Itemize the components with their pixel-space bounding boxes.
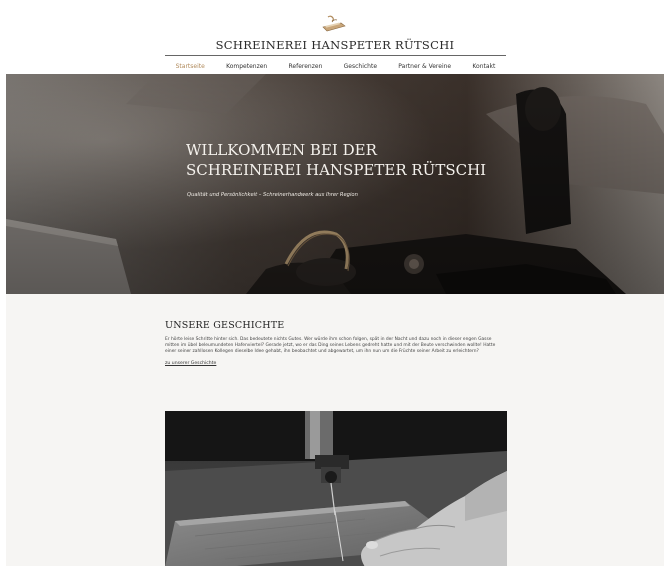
page: SCHREINEREI HANSPETER RÜTSCHI Startseite… bbox=[6, 4, 664, 566]
story-link[interactable]: zu unserer Geschichte bbox=[165, 361, 506, 366]
hero-title-line1: WILLKOMMEN BEI DER bbox=[186, 141, 377, 159]
hero-subtitle: Qualität und Persönlichkeit – Schreinerh… bbox=[187, 192, 358, 198]
hero-banner: WILLKOMMEN BEI DER SCHREINEREI HANSPETER… bbox=[6, 74, 664, 294]
hero-title-line2: SCHREINEREI HANSPETER RÜTSCHI bbox=[186, 161, 487, 179]
hero-plane-photo bbox=[6, 74, 664, 294]
nav-item-geschichte[interactable]: Geschichte bbox=[344, 63, 377, 70]
nav-item-kontakt[interactable]: Kontakt bbox=[472, 63, 495, 70]
wood-plane-icon[interactable] bbox=[322, 14, 346, 34]
story-text: Er hörte leise Schritte hinter sich. Das… bbox=[165, 337, 496, 354]
workshop-photo bbox=[165, 411, 507, 566]
main-nav: Startseite Kompetenzen Referenzen Geschi… bbox=[165, 59, 506, 73]
site-header: SCHREINEREI HANSPETER RÜTSCHI Startseite… bbox=[6, 4, 664, 74]
nav-item-kompetenzen[interactable]: Kompetenzen bbox=[226, 63, 267, 70]
nav-item-referenzen[interactable]: Referenzen bbox=[289, 63, 323, 70]
nav-item-partner-vereine[interactable]: Partner & Vereine bbox=[398, 63, 451, 70]
nav-item-startseite[interactable]: Startseite bbox=[176, 63, 205, 70]
bandsaw-photo bbox=[165, 411, 507, 566]
story-section: UNSERE GESCHICHTE Er hörte leise Schritt… bbox=[165, 320, 506, 366]
header-divider bbox=[165, 55, 506, 56]
hero-title: WILLKOMMEN BEI DER SCHREINEREI HANSPETER… bbox=[186, 140, 486, 180]
brand-title[interactable]: SCHREINEREI HANSPETER RÜTSCHI bbox=[6, 38, 664, 52]
story-title: UNSERE GESCHICHTE bbox=[165, 320, 285, 331]
